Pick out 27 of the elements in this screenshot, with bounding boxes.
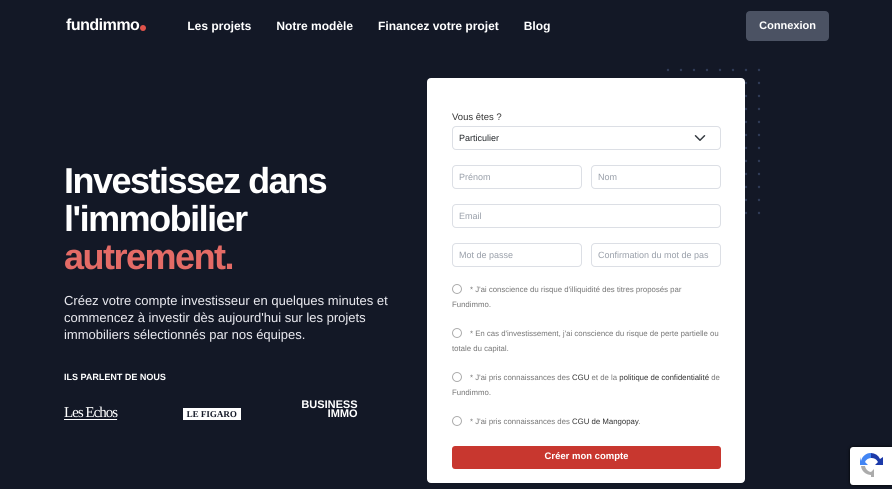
press-logo: BUSINESS IMMO [301, 400, 358, 418]
submit-button[interactable]: Créer mon compte [452, 446, 721, 469]
select-field[interactable]: Particulier [452, 126, 721, 150]
radio-button[interactable] [452, 328, 462, 338]
press-logo: LE FIGARO [182, 408, 241, 420]
nav-link[interactable]: Blog [524, 17, 550, 35]
recaptcha-badge[interactable] [850, 447, 892, 485]
nav-link[interactable]: Financez votre projet [378, 17, 499, 35]
nav-link[interactable]: Notre modèle [276, 17, 354, 35]
input-field[interactable]: Mot de passe [452, 243, 582, 268]
radio-button[interactable] [452, 416, 462, 426]
radio-button[interactable] [452, 284, 462, 294]
hero-title: Investissez dans [64, 162, 328, 200]
field-label: Vous êtes ? [452, 111, 503, 125]
radio-button[interactable] [452, 372, 462, 382]
hero-title-accent: autrement. [64, 238, 234, 276]
press-logo: Les Echos [64, 404, 118, 420]
input-field[interactable]: Email [452, 204, 721, 228]
input-field[interactable]: Prénom [452, 165, 582, 190]
hero-subtitle: Créez votre compte investisseur en quelques minutes et commencez à investir dès aujourd'hui sur les projets immobiliers sélectionnés par nos équipes. [64, 292, 389, 343]
nav-link[interactable]: Les projets [187, 17, 252, 35]
logo[interactable]: fundimmo [66, 14, 146, 38]
hero-title: l'immobilier [64, 200, 248, 238]
press-heading: ILS PARLENT DE NOUS [64, 371, 167, 384]
login-button[interactable]: Connexion [746, 10, 829, 42]
input-field[interactable]: Nom [591, 165, 721, 190]
input-field[interactable]: Confirmation du mot de pas [591, 243, 721, 268]
